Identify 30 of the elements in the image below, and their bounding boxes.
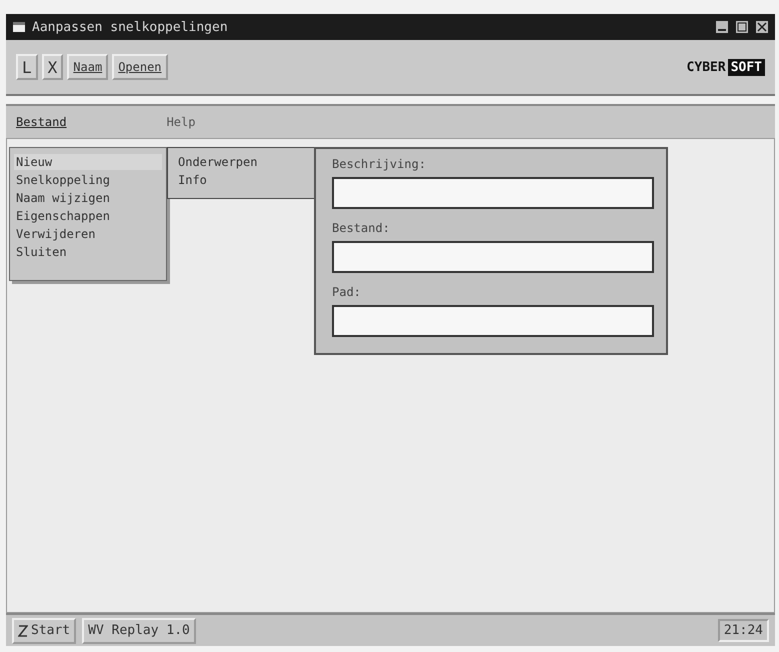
menu-item[interactable]: Info bbox=[176, 172, 306, 188]
window-icon bbox=[12, 20, 26, 34]
field-label: Pad: bbox=[332, 285, 362, 299]
clock: 21:24 bbox=[718, 619, 769, 642]
field-label: Beschrijving: bbox=[332, 157, 427, 171]
logo: CYBER SOFT bbox=[684, 58, 765, 76]
input-field[interactable] bbox=[332, 305, 654, 337]
start-button[interactable]: Start bbox=[12, 618, 76, 644]
input-field[interactable] bbox=[332, 241, 654, 273]
toolbar-button[interactable]: L bbox=[16, 54, 38, 80]
toolbar-button[interactable]: Openen bbox=[112, 54, 168, 80]
menu-item[interactable]: Help bbox=[166, 115, 196, 129]
menu-item[interactable]: Snelkoppeling bbox=[14, 172, 162, 188]
menu-item[interactable]: Eigenschappen bbox=[14, 208, 162, 224]
menu-item[interactable]: Onderwerpen bbox=[176, 154, 306, 170]
menu-item[interactable]: Bestand bbox=[16, 115, 67, 129]
task-button[interactable]: WV Replay 1.0 bbox=[82, 618, 196, 644]
close-icon[interactable] bbox=[755, 20, 769, 34]
menu-item[interactable]: Nieuw bbox=[14, 154, 162, 170]
toolbar-button[interactable]: Naam bbox=[67, 54, 108, 80]
input-field[interactable] bbox=[332, 177, 654, 209]
maximize-icon[interactable] bbox=[735, 20, 749, 34]
minimize-icon[interactable] bbox=[715, 20, 729, 34]
start-icon bbox=[18, 624, 28, 636]
window-title: Aanpassen snelkoppelingen bbox=[32, 20, 228, 34]
toolbar-button[interactable]: X bbox=[42, 54, 64, 80]
field-label: Bestand: bbox=[332, 221, 391, 235]
menu-item[interactable]: Naam wijzigen bbox=[14, 190, 162, 206]
menu-item[interactable]: Verwijderen bbox=[14, 226, 162, 242]
menu-item[interactable]: Sluiten bbox=[14, 244, 162, 260]
